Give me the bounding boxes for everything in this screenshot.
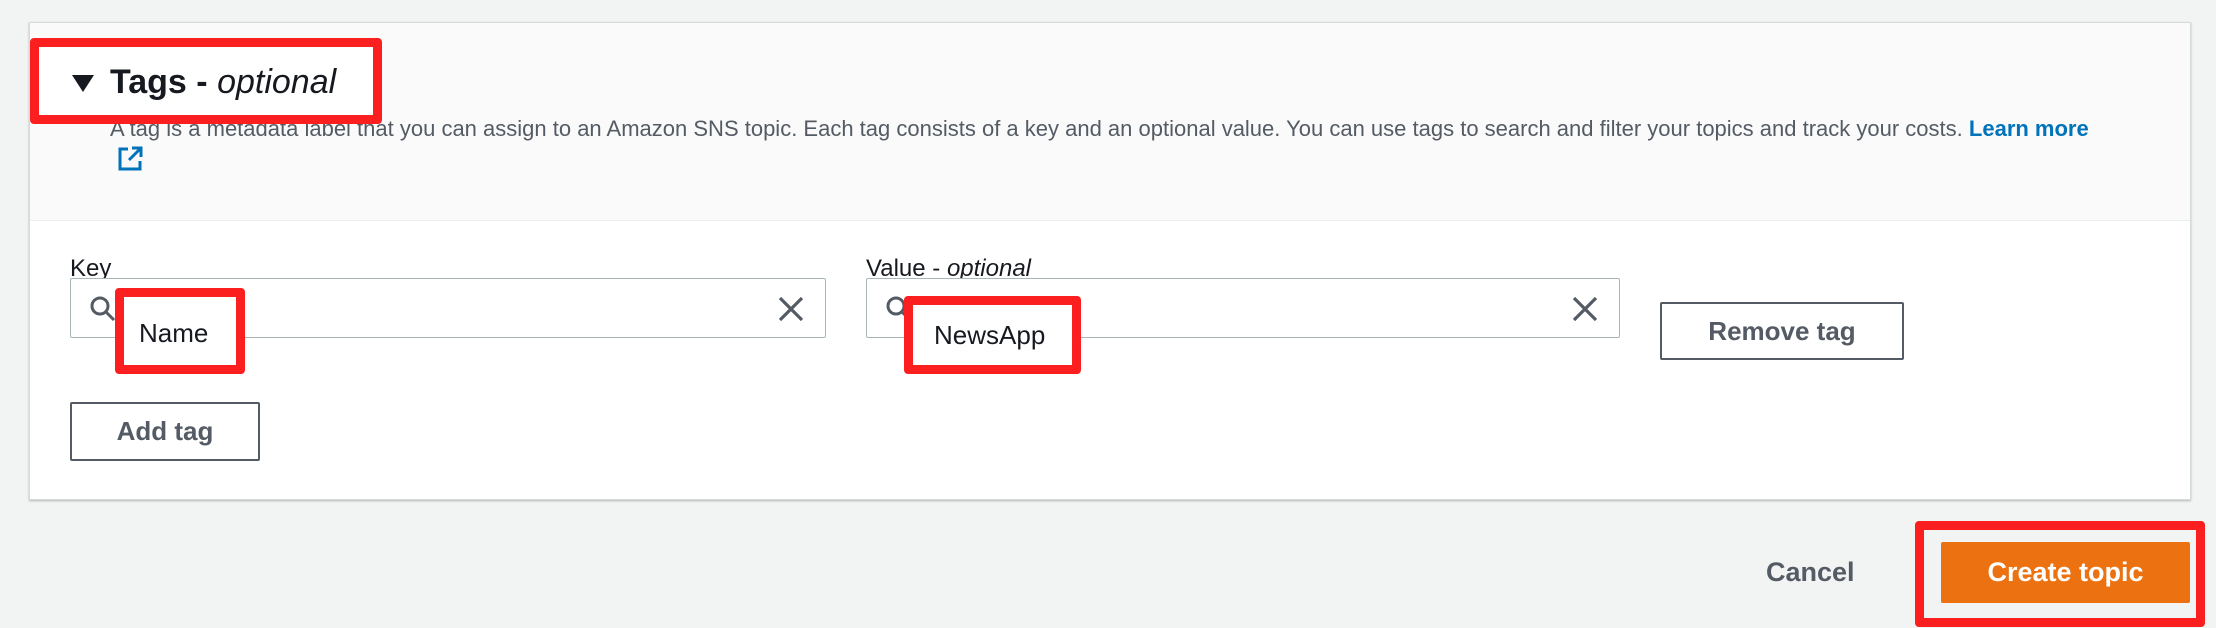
- value-value: NewsApp: [934, 320, 1046, 350]
- tags-panel-header: A tag is a metadata label that you can a…: [30, 23, 2190, 221]
- external-link-icon: [118, 146, 143, 171]
- cancel-button[interactable]: Cancel: [1766, 552, 1855, 592]
- search-icon: [886, 296, 912, 322]
- close-icon[interactable]: [777, 295, 805, 323]
- create-topic-button[interactable]: Create topic: [1941, 542, 2190, 603]
- tags-description: A tag is a metadata label that you can a…: [110, 113, 2120, 178]
- learn-more-label: Learn more: [1968, 116, 2089, 141]
- tags-panel: A tag is a metadata label that you can a…: [29, 22, 2191, 500]
- remove-tag-button[interactable]: Remove tag: [1660, 302, 1904, 360]
- add-tag-button[interactable]: Add tag: [70, 402, 260, 461]
- search-icon: [90, 296, 116, 322]
- tags-title: Tags - optional: [110, 63, 337, 101]
- key-value: Name: [139, 318, 209, 348]
- caret-down-icon[interactable]: [72, 75, 94, 92]
- close-icon[interactable]: [1571, 295, 1599, 323]
